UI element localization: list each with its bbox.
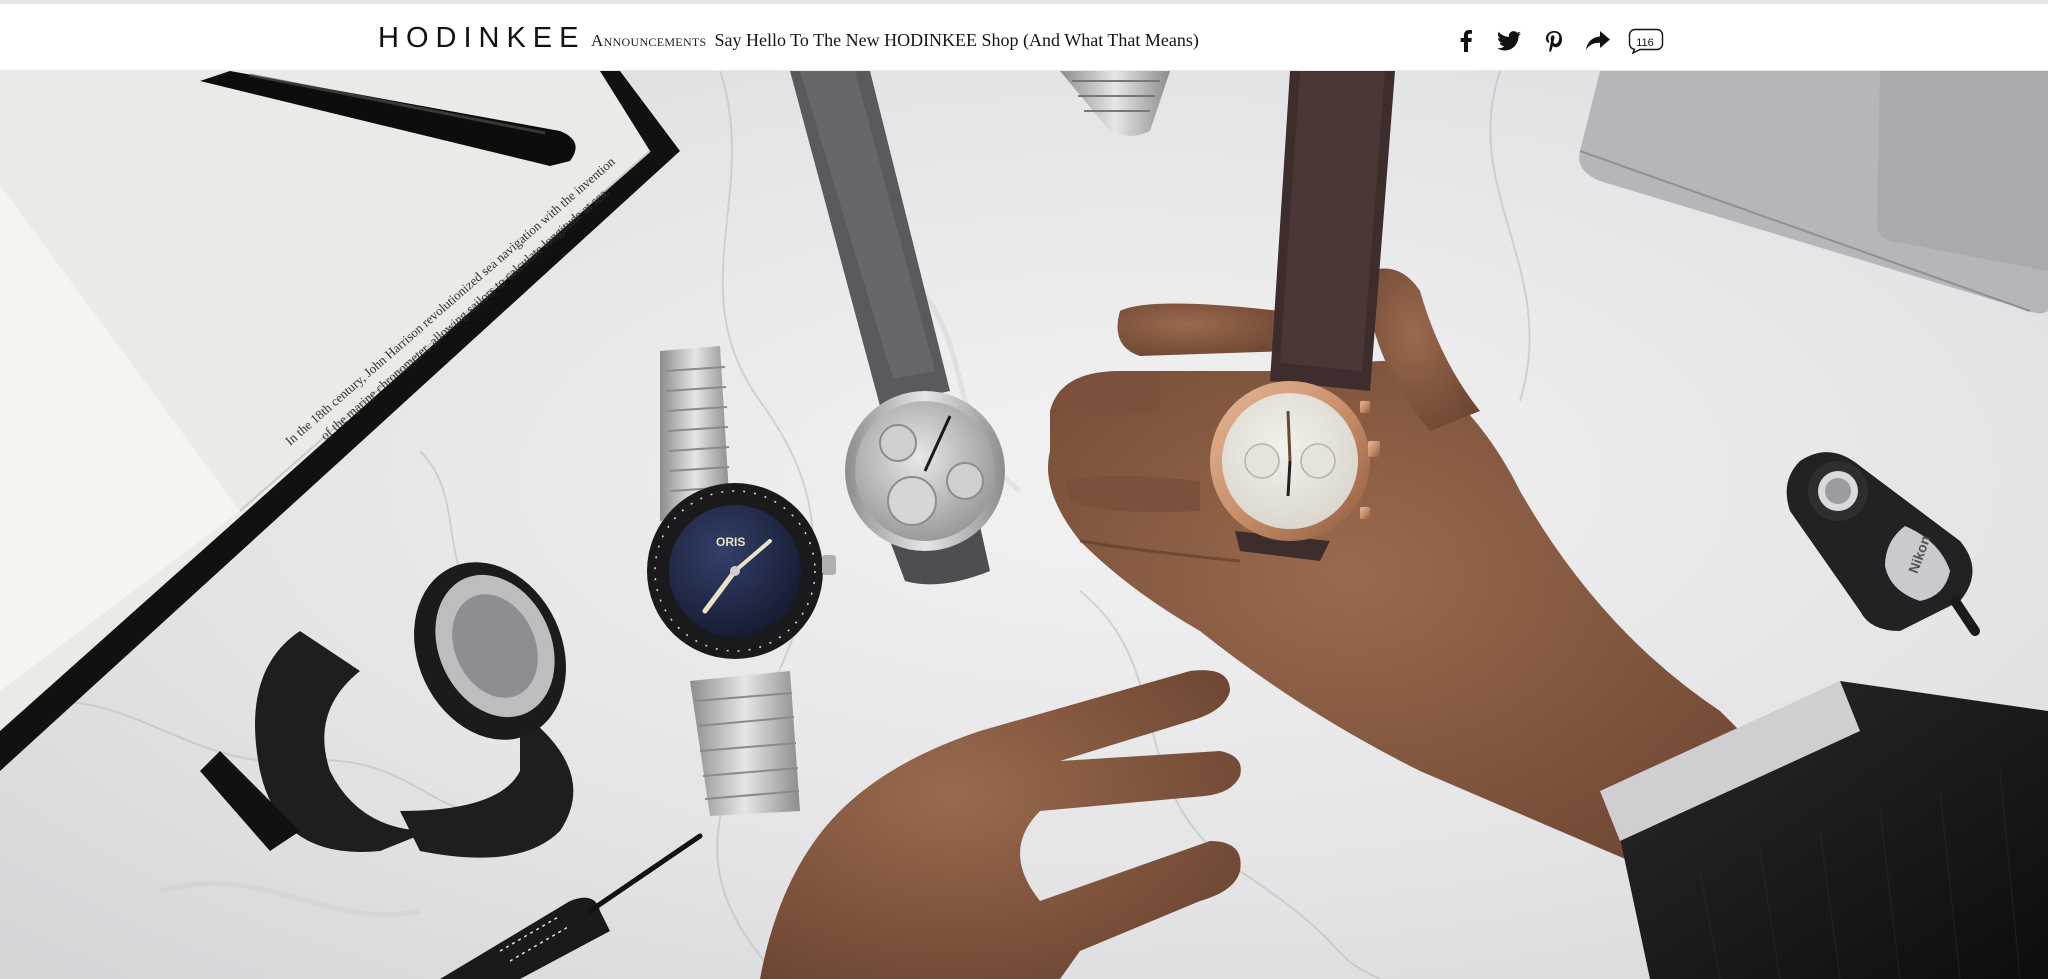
share-icon: [1586, 31, 1610, 51]
pinterest-share-button[interactable]: [1542, 24, 1566, 58]
comment-icon: 116: [1628, 28, 1664, 54]
hero-image[interactable]: In the 18th century, John Harrison revol…: [0, 71, 2048, 979]
facebook-share-button[interactable]: [1454, 24, 1478, 58]
twitter-icon: [1497, 31, 1521, 51]
facebook-icon: [1460, 30, 1472, 52]
comments-button[interactable]: 116: [1628, 24, 1664, 58]
share-button[interactable]: [1584, 24, 1612, 58]
article-header: HODINKEE Announcements Say Hello To The …: [0, 4, 2048, 71]
oris-logo: ORIS: [716, 535, 745, 549]
twitter-share-button[interactable]: [1494, 24, 1524, 58]
article-headline: Announcements Say Hello To The New HODIN…: [591, 28, 1199, 54]
pinterest-icon: [1546, 30, 1562, 52]
article-title[interactable]: Say Hello To The New HODINKEE Shop (And …: [715, 30, 1199, 50]
comment-count: 116: [1636, 37, 1654, 49]
site-logo[interactable]: HODINKEE: [378, 21, 585, 55]
category-link[interactable]: Announcements: [591, 31, 707, 50]
